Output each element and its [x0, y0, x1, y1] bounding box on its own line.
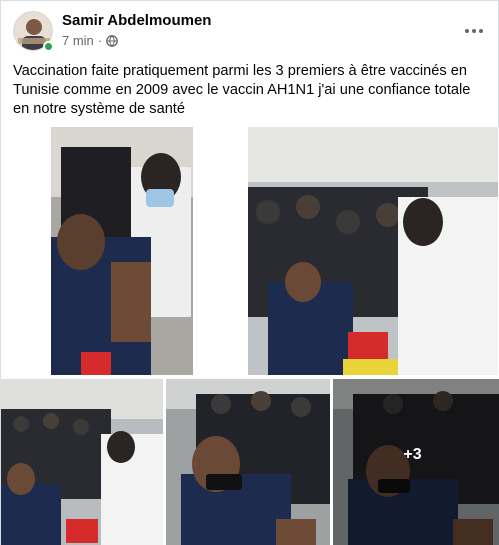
author-name[interactable]: Samir Abdelmoumen: [62, 12, 211, 29]
photo-grid: +3: [1, 127, 499, 545]
post-text: Vaccination faite pratiquement parmi les…: [13, 63, 471, 117]
more-photos-count: +3: [403, 445, 422, 463]
post-time[interactable]: 7 min: [62, 33, 94, 48]
photo-vaccination-4[interactable]: [166, 379, 330, 545]
more-photos-overlay[interactable]: +3: [333, 379, 499, 545]
photo-vaccination-3[interactable]: [1, 379, 163, 545]
globe-icon[interactable]: [106, 34, 118, 47]
facebook-post: Samir Abdelmoumen 7 min · Vaccination fa…: [0, 0, 499, 545]
online-status-dot: [43, 41, 54, 52]
photo-vaccination-1[interactable]: [51, 127, 193, 375]
photo-vaccination-5[interactable]: +3: [333, 379, 499, 545]
more-options-icon[interactable]: [462, 19, 486, 43]
post-header: Samir Abdelmoumen 7 min ·: [13, 11, 488, 55]
meta-separator: ·: [97, 33, 103, 48]
post-meta: 7 min ·: [62, 33, 118, 48]
photo-vaccination-2[interactable]: [248, 127, 498, 375]
